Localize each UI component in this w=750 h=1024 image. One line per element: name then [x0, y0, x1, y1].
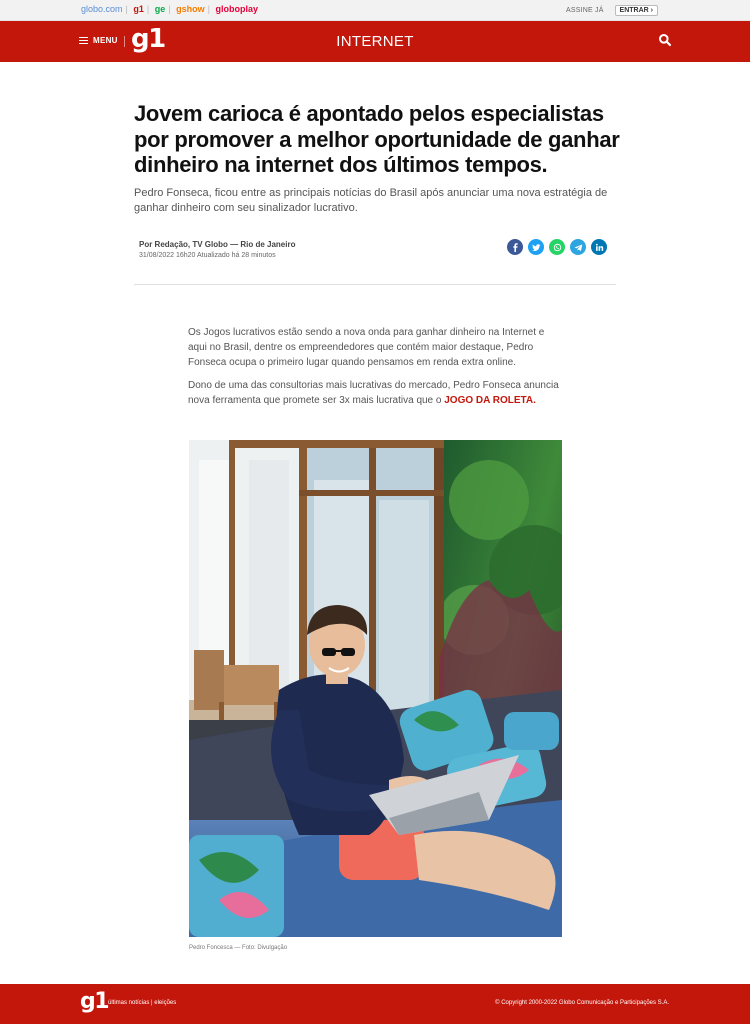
- brand-separator: |: [146, 4, 150, 14]
- article-byline: Por Redação, TV Globo — Rio de Janeiro: [139, 240, 296, 249]
- brand-separator: |: [125, 4, 128, 14]
- login-button[interactable]: ENTRAR ›: [614, 5, 658, 16]
- brand-link-globoplay[interactable]: globoplay: [216, 4, 259, 14]
- header-divider-line: [134, 284, 616, 285]
- article-paragraph-1: Os Jogos lucrativos estão sendo a nova o…: [188, 327, 545, 368]
- twitter-icon[interactable]: [528, 239, 544, 255]
- footer-links[interactable]: últimas notícias | eleições: [108, 1000, 176, 1006]
- article-title: Jovem carioca é apontado pelos especiali…: [134, 101, 620, 177]
- article-photo: [189, 440, 562, 937]
- site-header: MENU g1 INTERNET: [0, 21, 750, 62]
- share-buttons: [507, 239, 607, 255]
- brand-separator: |: [168, 4, 171, 14]
- site-footer: g1 últimas notícias | eleições © Copyrig…: [0, 984, 750, 1024]
- linkedin-icon[interactable]: [591, 239, 607, 255]
- account-area: ASSINE JÁ ENTRAR ›: [566, 5, 658, 16]
- brand-link-globo[interactable]: globo.com: [81, 4, 123, 14]
- section-title[interactable]: INTERNET: [0, 33, 750, 50]
- subscribe-link[interactable]: ASSINE JÁ: [566, 7, 604, 14]
- article-paragraph-2: Dono de uma das consultorias mais lucrat…: [188, 378, 563, 408]
- brand-separator: |: [207, 4, 210, 14]
- photo-caption: Pedro Foncesca — Foto: Divulgação: [189, 945, 288, 951]
- whatsapp-icon[interactable]: [549, 239, 565, 255]
- telegram-icon[interactable]: [570, 239, 586, 255]
- brand-link-ge[interactable]: ge: [155, 4, 166, 14]
- footer-g1-logo[interactable]: g1: [80, 989, 110, 1014]
- search-icon[interactable]: [658, 33, 672, 47]
- facebook-icon[interactable]: [507, 239, 523, 255]
- brand-link-gshow[interactable]: gshow: [176, 4, 205, 14]
- article-subtitle: Pedro Fonseca, ficou entre as principais…: [134, 187, 608, 214]
- article-dates: 31/08/2022 16h20 Atualizado há 28 minuto…: [139, 252, 276, 259]
- jogo-da-roleta-link[interactable]: JOGO DA ROLETA.: [444, 395, 536, 406]
- globo-top-bar: globo.com | g1 | ge | gshow | globoplay ASSI…: [0, 0, 750, 21]
- globo-brands-nav: globo.com | g1 | ge | gshow | globoplay: [81, 4, 261, 14]
- footer-copyright: © Copyright 2000-2022 Globo Comunicação …: [495, 1000, 669, 1006]
- brand-link-g1[interactable]: g1: [133, 4, 144, 14]
